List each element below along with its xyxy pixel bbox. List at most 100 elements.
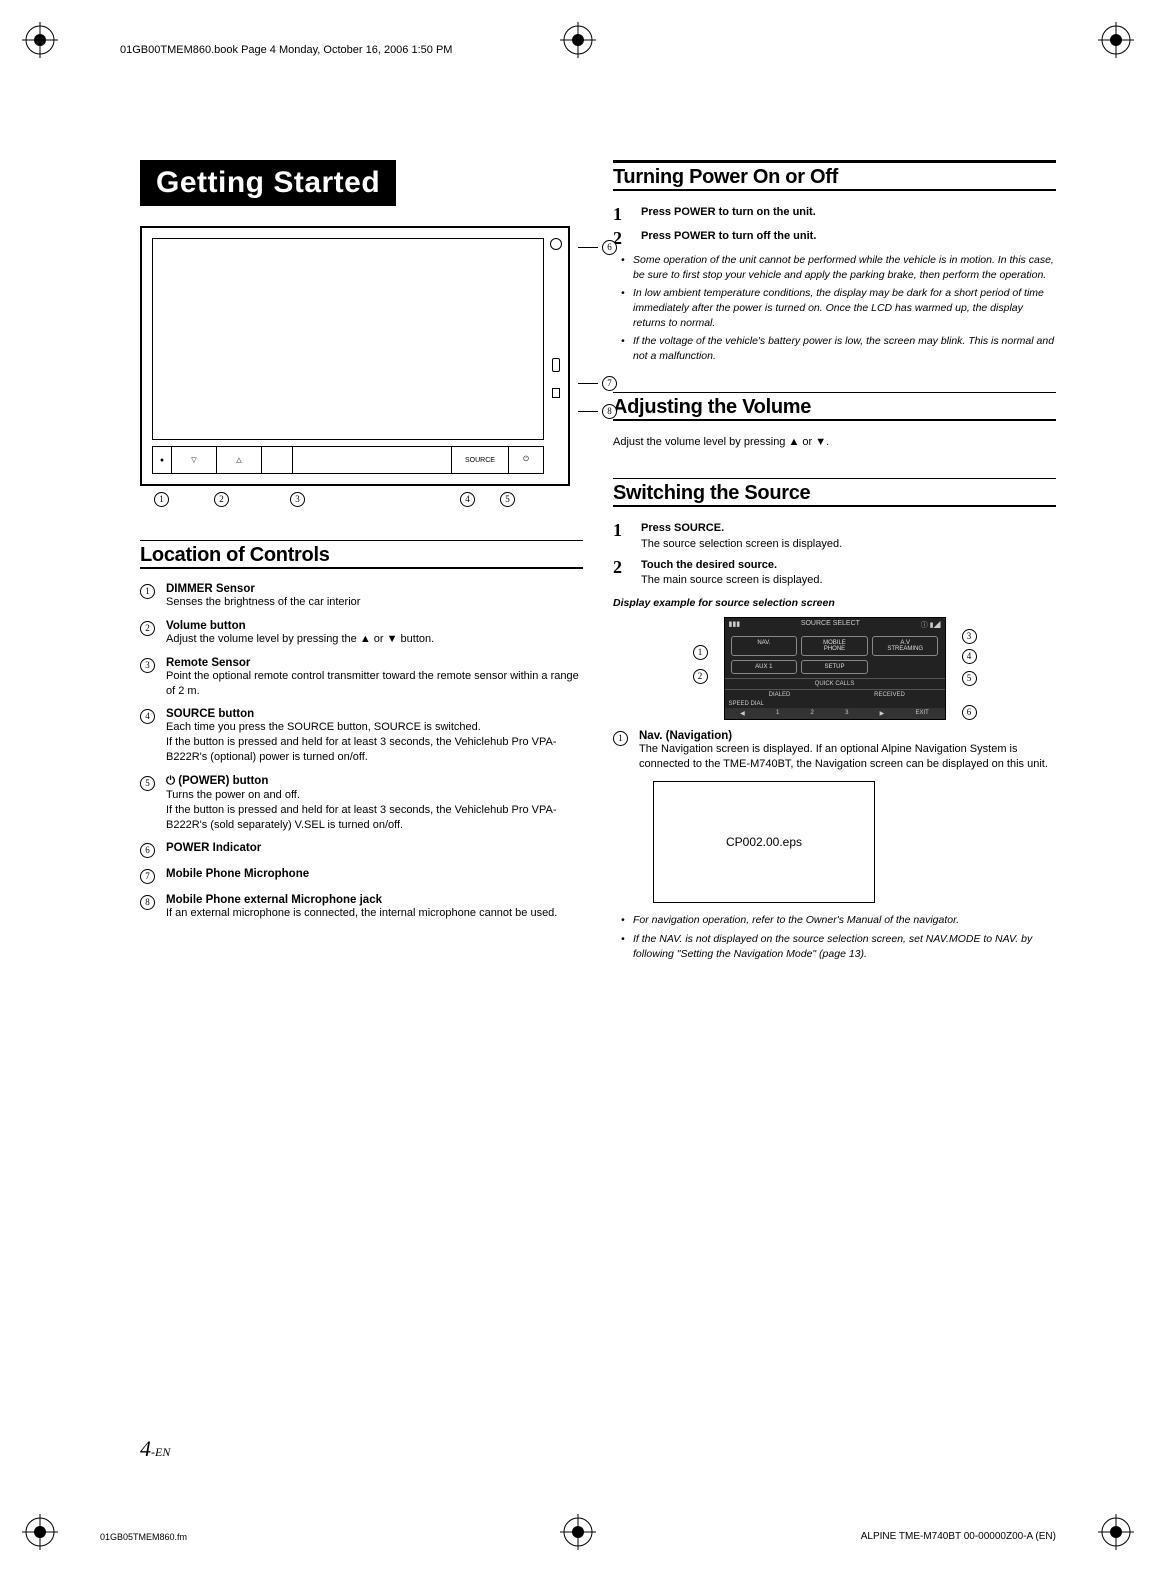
- device-screen-icon: [152, 238, 544, 440]
- source-button-grid: NAV.MOBILEPHONEA.VSTREAMING AUX 1SETUP: [725, 632, 945, 678]
- power-step-1-text: Press POWER to turn on the unit.: [641, 206, 816, 218]
- page: 01GB00TMEM860.book Page 4 Monday, Octobe…: [0, 0, 1156, 1572]
- source-option-button[interactable]: MOBILEPHONE: [801, 636, 868, 656]
- step-number: 2: [613, 558, 629, 589]
- control-title: POWER Indicator: [166, 842, 583, 854]
- source-step-1: 1 Press SOURCE. The source selection scr…: [613, 521, 1056, 552]
- source-select-screen: ▮▮▮ SOURCE SELECT ⓘ ▮◢ NAV.MOBILEPHONEA.…: [724, 617, 946, 720]
- battery-icon: ▮▮▮: [729, 620, 741, 630]
- quick-calls-tab[interactable]: RECEIVED: [835, 689, 945, 700]
- nav-item: 1 Nav. (Navigation) The Navigation scree…: [613, 730, 1056, 772]
- control-desc: Adjust the volume level by pressing the …: [166, 632, 583, 647]
- page-number-main: 4: [140, 1436, 151, 1461]
- section-source-title: Switching the Source: [613, 478, 1056, 507]
- note-item: Some operation of the unit cannot be per…: [625, 253, 1056, 282]
- callout-3: 3: [290, 492, 305, 507]
- control-item: 4 SOURCE button Each time you press the …: [140, 708, 583, 765]
- page-number: 4-EN: [140, 1436, 170, 1462]
- callout-5: 5: [500, 492, 515, 507]
- remote-sensor-icon: [262, 447, 293, 473]
- step-number: 1: [613, 521, 629, 552]
- nav-item-title: Nav. (Navigation): [639, 730, 1056, 742]
- footer-button[interactable]: ◀: [740, 710, 745, 717]
- left-column: Getting Started ● ▽ △ SOURCE ⏻: [140, 160, 583, 966]
- source-option-button[interactable]: AUX 1: [731, 660, 798, 674]
- section-power-title: Turning Power On or Off: [613, 160, 1056, 191]
- footer-button[interactable]: 2: [811, 710, 814, 717]
- page-number-suffix: -EN: [151, 1445, 170, 1459]
- spacer: [293, 447, 451, 473]
- control-title: Volume button: [166, 620, 583, 632]
- footer-button[interactable]: 3: [845, 710, 848, 717]
- source-step-1-title: Press SOURCE.: [641, 522, 724, 534]
- control-title: SOURCE button: [166, 708, 583, 720]
- control-title: Mobile Phone Microphone: [166, 868, 583, 880]
- source-option-button[interactable]: NAV.: [731, 636, 798, 656]
- footer-right: ALPINE TME-M740BT 00-00000Z00-A (EN): [861, 1531, 1056, 1542]
- section-location-title: Location of Controls: [140, 540, 583, 569]
- power-notes-list: Some operation of the unit cannot be per…: [613, 253, 1056, 364]
- note-item: If the NAV. is not displayed on the sour…: [625, 932, 1056, 961]
- control-item: 1 DIMMER Sensor Senses the brightness of…: [140, 583, 583, 610]
- quick-calls-label: QUICK CALLS: [725, 678, 945, 689]
- callout-src-5: 5: [962, 671, 977, 686]
- control-title: ⏻ (POWER) button: [166, 775, 583, 788]
- dimmer-sensor-icon: ●: [153, 447, 172, 473]
- callout-src-6: 6: [962, 705, 977, 720]
- control-title: DIMMER Sensor: [166, 583, 583, 595]
- volume-up-button[interactable]: △: [217, 447, 262, 473]
- device-figure: ● ▽ △ SOURCE ⏻: [140, 226, 570, 486]
- chapter-title: Getting Started: [140, 160, 396, 206]
- power-button[interactable]: ⏻: [509, 447, 543, 473]
- signal-icon: ⓘ ▮◢: [921, 620, 941, 630]
- source-option-button[interactable]: SETUP: [801, 660, 868, 674]
- example-caption: Display example for source selection scr…: [613, 597, 1056, 609]
- callout-src-3: 3: [962, 629, 977, 644]
- callout-8: 8: [578, 404, 617, 419]
- crop-mark-icon: [558, 1512, 598, 1552]
- footer-button[interactable]: ▶: [880, 710, 885, 717]
- eps-placeholder: CP002.00.eps: [653, 781, 875, 903]
- volume-instruction: Adjust the volume level by pressing ▲ or…: [613, 435, 1056, 450]
- control-desc: If an external microphone is connected, …: [166, 906, 583, 921]
- callout-7: 7: [578, 376, 617, 391]
- screen-footer: ◀ 1 2 3 ▶ EXIT: [725, 708, 945, 719]
- note-item: For navigation operation, refer to the O…: [625, 913, 1056, 928]
- eps-label: CP002.00.eps: [726, 835, 802, 849]
- control-item: 2 Volume button Adjust the volume level …: [140, 620, 583, 647]
- source-step-2: 2 Touch the desired source. The main sou…: [613, 558, 1056, 589]
- callout-2: 2: [214, 492, 229, 507]
- mic-hole-icon: [552, 358, 560, 372]
- footer-button[interactable]: 1: [776, 710, 779, 717]
- footer-button[interactable]: EXIT: [915, 710, 928, 717]
- nav-notes-list: For navigation operation, refer to the O…: [613, 913, 1056, 961]
- crop-mark-icon: [20, 1512, 60, 1552]
- quick-calls-tab[interactable]: DIALED: [725, 689, 835, 700]
- source-step-1-desc: The source selection screen is displayed…: [641, 538, 842, 550]
- source-select-figure: ▮▮▮ SOURCE SELECT ⓘ ▮◢ NAV.MOBILEPHONEA.…: [685, 617, 985, 720]
- control-item: 6 POWER Indicator: [140, 842, 583, 858]
- source-step-2-desc: The main source screen is displayed.: [641, 574, 823, 586]
- control-title: Remote Sensor: [166, 657, 583, 669]
- power-step-1: 1 Press POWER to turn on the unit.: [613, 205, 1056, 223]
- note-item: In low ambient temperature conditions, t…: [625, 286, 1056, 330]
- crop-mark-icon: [1096, 20, 1136, 60]
- control-desc: Point the optional remote control transm…: [166, 669, 583, 699]
- note-item: If the voltage of the vehicle's battery …: [625, 334, 1056, 363]
- callout-src-1: 1: [693, 645, 708, 660]
- power-indicator-icon: [550, 238, 562, 250]
- footer-left: 01GB05TMEM860.fm: [100, 1532, 187, 1542]
- content-area: Getting Started ● ▽ △ SOURCE ⏻: [140, 160, 1056, 966]
- callout-4: 4: [460, 492, 475, 507]
- power-step-2-text: Press POWER to turn off the unit.: [641, 230, 816, 242]
- control-desc: Senses the brightness of the car interio…: [166, 595, 583, 610]
- control-desc: Each time you press the SOURCE button, S…: [166, 720, 583, 765]
- source-option-button[interactable]: A.VSTREAMING: [872, 636, 939, 656]
- volume-instruction-text: Adjust the volume level by pressing ▲ or…: [613, 436, 829, 448]
- control-item: 8 Mobile Phone external Microphone jack …: [140, 894, 583, 921]
- control-desc: Turns the power on and off.If the button…: [166, 788, 583, 833]
- mic-jack-icon: [552, 388, 560, 398]
- source-button[interactable]: SOURCE: [451, 447, 509, 473]
- step-number: 1: [613, 205, 629, 223]
- volume-down-button[interactable]: ▽: [172, 447, 217, 473]
